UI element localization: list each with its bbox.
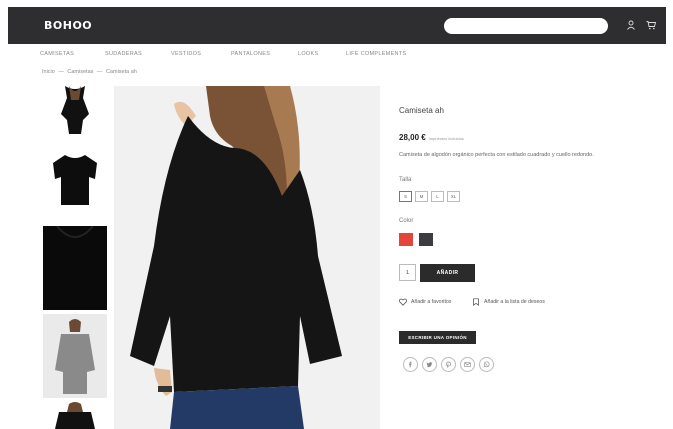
price-row: 28,00 € Impuestos incluidos xyxy=(399,127,464,145)
add-to-list-link[interactable]: Añadir a la lista de deseos xyxy=(472,298,545,306)
main-nav: CAMISETAS SUDADERAS VESTIDOS PANTALONES … xyxy=(40,51,460,61)
tax-note: Impuestos incluidos xyxy=(428,136,464,141)
breadcrumb-category[interactable]: Camisetas xyxy=(67,69,93,75)
thumbnail-model-front[interactable] xyxy=(43,402,107,429)
add-to-wishlist-link[interactable]: Añadir a favoritos xyxy=(399,298,451,306)
size-selector: S M L XL xyxy=(399,191,460,202)
whatsapp-icon[interactable] xyxy=(479,357,494,372)
product-description: Camiseta de algodón orgánico perfecta co… xyxy=(399,152,594,158)
breadcrumb-home[interactable]: Inicio xyxy=(42,69,55,75)
list-label: Añadir a la lista de deseos xyxy=(484,299,545,305)
color-swatch-charcoal[interactable] xyxy=(419,233,433,246)
thumbnail-model-back[interactable] xyxy=(43,86,107,134)
size-label: Talla xyxy=(399,177,412,183)
nav-item-camisetas[interactable]: CAMISETAS xyxy=(40,51,74,57)
wishlist-label: Añadir a favoritos xyxy=(411,299,452,305)
nav-item-vestidos[interactable]: VESTIDOS xyxy=(171,51,201,57)
twitter-icon[interactable] xyxy=(422,357,437,372)
thumbnail-flat-front[interactable] xyxy=(43,139,107,221)
product-title: Camiseta ah xyxy=(399,106,444,115)
color-swatch-red[interactable] xyxy=(399,233,413,246)
email-icon[interactable] xyxy=(460,357,475,372)
nav-item-sudaderas[interactable]: SUDADERAS xyxy=(105,51,142,57)
color-label: Color xyxy=(399,218,414,224)
logo[interactable]: BOHOO xyxy=(44,19,92,32)
heart-icon xyxy=(399,298,407,306)
size-option-xl[interactable]: XL xyxy=(447,191,460,202)
facebook-icon[interactable] xyxy=(403,357,418,372)
cart-icon[interactable] xyxy=(644,18,658,32)
quantity-input[interactable] xyxy=(399,264,416,281)
size-option-s[interactable]: S xyxy=(399,191,412,202)
breadcrumb: Inicio — Camisetas — Camiseta ah xyxy=(42,69,139,75)
nav-item-pantalones[interactable]: PANTALONES xyxy=(231,51,270,57)
breadcrumb-separator: — xyxy=(58,69,64,75)
write-review-button[interactable]: ESCRIBIR UNA OPINIÓN xyxy=(399,331,476,344)
product-price: 28,00 € xyxy=(399,133,426,142)
main-product-image[interactable] xyxy=(114,86,380,429)
user-icon[interactable] xyxy=(624,18,638,32)
color-selector xyxy=(399,233,433,246)
breadcrumb-current: Camiseta ah xyxy=(105,69,137,75)
nav-item-looks[interactable]: LOOKS xyxy=(298,51,318,57)
bookmark-icon xyxy=(473,298,479,306)
thumbnail-model-side[interactable] xyxy=(43,314,107,398)
thumbnail-fabric-detail[interactable] xyxy=(43,226,107,310)
share-icons xyxy=(403,357,494,372)
pinterest-icon[interactable] xyxy=(441,357,456,372)
size-option-m[interactable]: M xyxy=(415,191,428,202)
size-option-l[interactable]: L xyxy=(431,191,444,202)
search-input[interactable] xyxy=(444,18,608,34)
top-bar: BOHOO xyxy=(8,7,666,44)
add-to-cart-button[interactable]: AÑADIR xyxy=(420,264,475,282)
nav-item-life-complements[interactable]: LIFE COMPLEMENTS xyxy=(346,51,406,57)
breadcrumb-separator: — xyxy=(96,69,103,75)
